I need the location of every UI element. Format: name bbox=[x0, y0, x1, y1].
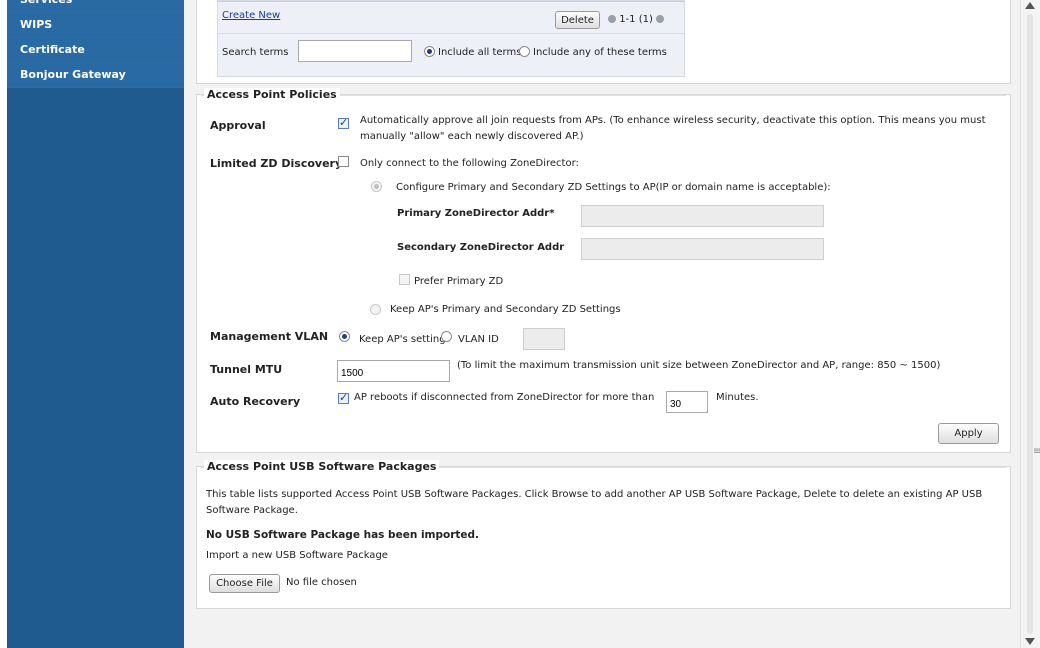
approval-text-line-1: Automatically approve all join requests … bbox=[360, 115, 986, 126]
keep-zd-settings-label: Keep AP's Primary and Secondary ZD Setti… bbox=[390, 304, 621, 315]
footer-divider bbox=[218, 33, 684, 34]
usb-description-line-2: Software Package. bbox=[206, 505, 298, 516]
primary-zd-input[interactable] bbox=[581, 205, 824, 227]
include-all-label: Include all terms bbox=[438, 47, 522, 58]
prefer-primary-checkbox[interactable] bbox=[399, 274, 410, 285]
table-row-divider bbox=[218, 1, 684, 2]
prefer-primary-label: Prefer Primary ZD bbox=[414, 276, 504, 287]
ap-list-panel: Create New Delete 1-1 (1) Search terms I… bbox=[196, 0, 1011, 84]
include-any-radio[interactable] bbox=[519, 46, 530, 57]
choose-file-button[interactable]: Choose File bbox=[209, 574, 280, 593]
delete-button[interactable]: Delete bbox=[555, 11, 600, 29]
tunnel-mtu-input[interactable] bbox=[337, 360, 450, 382]
approval-label: Approval bbox=[210, 119, 266, 132]
secondary-zd-input[interactable] bbox=[581, 238, 824, 260]
policies-section-title: Access Point Policies bbox=[204, 88, 340, 101]
scrollbar-grip-icon[interactable]: ≡ bbox=[1033, 446, 1040, 457]
usb-section-title: Access Point USB Software Packages bbox=[204, 460, 440, 473]
vlan-id-radio[interactable] bbox=[441, 331, 452, 342]
auto-recovery-minutes-input[interactable] bbox=[666, 391, 708, 413]
usb-software-packages-panel: Access Point USB Software Packages This … bbox=[196, 460, 1011, 609]
tunnel-mtu-note: (To limit the maximum transmission unit … bbox=[457, 360, 941, 371]
limited-zd-discovery-text: Only connect to the following ZoneDirect… bbox=[360, 158, 579, 169]
sidebar-item-wips[interactable]: WIPS bbox=[7, 13, 184, 38]
scroll-up-icon[interactable] bbox=[1025, 2, 1035, 9]
sidebar-item-services[interactable]: Services bbox=[7, 0, 184, 13]
approval-checkbox[interactable] bbox=[338, 116, 349, 129]
prev-page-icon[interactable] bbox=[608, 15, 616, 23]
search-input[interactable] bbox=[298, 40, 412, 62]
pagination: 1-1 (1) bbox=[608, 14, 665, 25]
auto-recovery-checkbox[interactable] bbox=[338, 391, 349, 404]
no-usb-package-message: No USB Software Package has been importe… bbox=[206, 529, 480, 541]
management-vlan-label: Management VLAN bbox=[210, 330, 329, 343]
create-new-link[interactable]: Create New bbox=[222, 10, 280, 21]
scroll-down-icon[interactable] bbox=[1025, 638, 1035, 645]
no-file-chosen-label: No file chosen bbox=[286, 577, 357, 588]
configure-zd-text: Configure Primary and Secondary ZD Setti… bbox=[396, 182, 831, 193]
tunnel-mtu-label: Tunnel MTU bbox=[210, 363, 283, 376]
limited-zd-discovery-label: Limited ZD Discovery bbox=[210, 157, 343, 170]
search-terms-label: Search terms bbox=[222, 47, 289, 58]
primary-zd-label: Primary ZoneDirector Addr* bbox=[397, 208, 555, 219]
import-usb-package-label: Import a new USB Software Package bbox=[206, 550, 388, 561]
include-all-radio[interactable] bbox=[424, 46, 435, 57]
keep-zd-settings-radio[interactable] bbox=[370, 304, 381, 315]
vlan-id-label: VLAN ID bbox=[458, 334, 499, 345]
include-any-label: Include any of these terms bbox=[533, 47, 667, 58]
sidebar-item-bonjour-gateway[interactable]: Bonjour Gateway bbox=[7, 63, 184, 88]
auto-recovery-text: AP reboots if disconnected from ZoneDire… bbox=[354, 392, 655, 403]
configure-zd-radio[interactable] bbox=[371, 181, 382, 192]
approval-text-line-2: manually "allow" each newly discovered A… bbox=[360, 131, 584, 142]
access-point-policies-panel: Access Point Policies Approval Automatic… bbox=[196, 88, 1011, 453]
minutes-label: Minutes. bbox=[716, 392, 759, 403]
scrollbar-track[interactable] bbox=[1027, 14, 1033, 634]
main-content: Create New Delete 1-1 (1) Search terms I… bbox=[184, 0, 1020, 648]
apply-button[interactable]: Apply bbox=[938, 423, 999, 444]
secondary-zd-label: Secondary ZoneDirector Addr bbox=[397, 242, 565, 253]
usb-description-line-1: This table lists supported Access Point … bbox=[206, 489, 983, 500]
vlan-id-input[interactable] bbox=[523, 328, 565, 350]
pagination-text: 1-1 (1) bbox=[619, 14, 653, 25]
next-page-icon[interactable] bbox=[656, 15, 665, 23]
auto-recovery-label: Auto Recovery bbox=[210, 395, 301, 408]
sidebar-item-certificate[interactable]: Certificate bbox=[7, 38, 184, 63]
sidebar: Services WIPS Certificate Bonjour Gatewa… bbox=[7, 0, 184, 648]
ap-list-table-footer: Create New Delete 1-1 (1) Search terms I… bbox=[217, 0, 685, 77]
keep-ap-setting-radio[interactable] bbox=[339, 331, 350, 342]
limited-zd-discovery-checkbox[interactable] bbox=[338, 156, 349, 167]
keep-ap-setting-label: Keep AP's setting bbox=[359, 334, 446, 345]
